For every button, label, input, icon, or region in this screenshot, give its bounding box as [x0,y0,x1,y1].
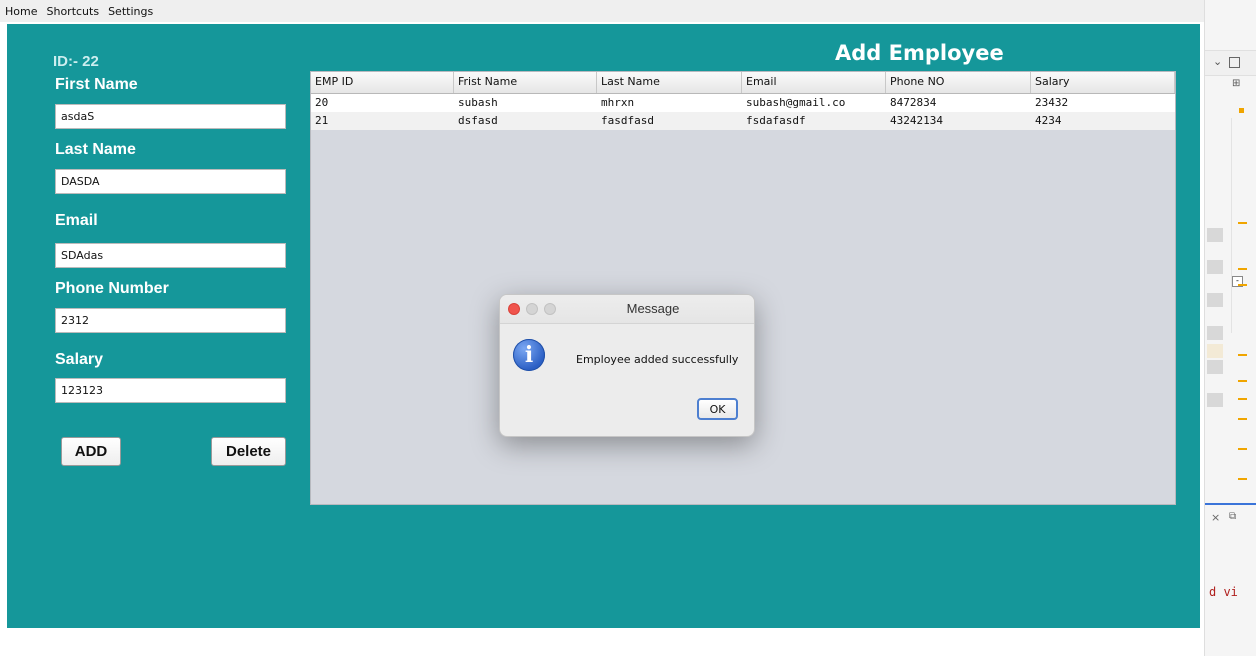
ide-marker [1238,284,1247,286]
add-button[interactable]: ADD [61,437,121,466]
ide-marker [1238,380,1247,382]
table-cell: 4234 [1035,114,1062,127]
last-name-label: Last Name [55,141,136,158]
ide-panel-border [1205,503,1256,505]
ide-gutter-block [1207,360,1223,374]
table-header: EMP ID Frist Name Last Name Email Phone … [311,72,1175,94]
ide-gutter-block [1207,293,1223,307]
ide-gutter-block [1207,393,1223,407]
table-cell: 20 [315,96,329,109]
menu-home[interactable]: Home [0,5,41,18]
ide-marker [1238,354,1247,356]
ok-button[interactable]: OK [697,398,738,420]
table-row[interactable]: 21 dsfasd fasdfasd fsdafasdf 43242134 42… [311,112,1175,130]
table-cell: fasdfasd [601,114,654,127]
menu-shortcuts[interactable]: Shortcuts [41,5,103,18]
ide-marker [1238,418,1247,420]
warning-marker [1239,108,1244,113]
column-header[interactable]: Salary [1031,72,1175,93]
table-cell: dsfasd [458,114,498,127]
background-ide-window: ⌄ ⊞ - × ⧉ d vi [1204,0,1256,656]
table-cell: fsdafasdf [746,114,806,127]
ide-marker [1238,268,1247,270]
table-cell: 21 [315,114,329,127]
email-input[interactable] [55,243,286,268]
maximize-icon[interactable] [1229,57,1240,68]
employee-id-label: ID:- 22 [53,53,99,70]
grid-icon[interactable]: ⊞ [1232,78,1240,89]
first-name-label: First Name [55,76,138,93]
ide-gutter-block [1207,344,1223,358]
first-name-input[interactable] [55,104,286,129]
ide-gutter-block [1207,228,1223,242]
menu-settings[interactable]: Settings [103,5,157,18]
ide-code-text: d vi [1209,585,1238,599]
table-cell: subash [458,96,498,109]
menu-bar: Home Shortcuts Settings [0,0,1210,22]
ide-toolbar: ⌄ [1205,50,1256,76]
page-title: Add Employee [835,41,1004,65]
column-header[interactable]: Email [742,72,886,93]
column-header[interactable]: Frist Name [454,72,597,93]
column-header[interactable]: Phone NO [886,72,1031,93]
employee-table: EMP ID Frist Name Last Name Email Phone … [310,71,1176,505]
dialog-titlebar: Message [500,295,754,324]
table-cell: 8472834 [890,96,937,109]
ide-marker [1238,398,1247,400]
ide-gutter-block [1207,326,1223,340]
ide-gutter-block [1207,260,1223,274]
restore-icon[interactable]: ⧉ [1229,511,1236,522]
table-row[interactable]: 20 subash mhrxn subash@gmail.co 8472834 … [311,94,1175,112]
phone-label: Phone Number [55,280,169,297]
ide-marker [1238,478,1247,480]
ide-divider [1231,118,1232,333]
delete-button[interactable]: Delete [211,437,286,466]
close-icon[interactable]: × [1211,511,1220,524]
salary-label: Salary [55,351,104,368]
table-cell: subash@gmail.co [746,96,846,109]
table-cell: 43242134 [890,114,943,127]
dialog-title: Message [626,301,680,316]
column-header[interactable]: Last Name [597,72,742,93]
info-icon: i [513,339,545,371]
table-cell: mhrxn [601,96,635,109]
salary-input[interactable] [55,378,286,403]
message-dialog: Message i Employee added successfully OK [499,294,755,437]
ide-marker [1238,448,1247,450]
table-cell: 23432 [1035,96,1069,109]
dialog-message: Employee added successfully [576,353,739,366]
phone-input[interactable] [55,308,286,333]
table-body: 20 subash mhrxn subash@gmail.co 8472834 … [311,94,1175,130]
ide-marker [1238,222,1247,224]
chevron-down-icon[interactable]: ⌄ [1213,55,1222,68]
column-header[interactable]: EMP ID [311,72,454,93]
email-label: Email [55,212,98,229]
last-name-input[interactable] [55,169,286,194]
